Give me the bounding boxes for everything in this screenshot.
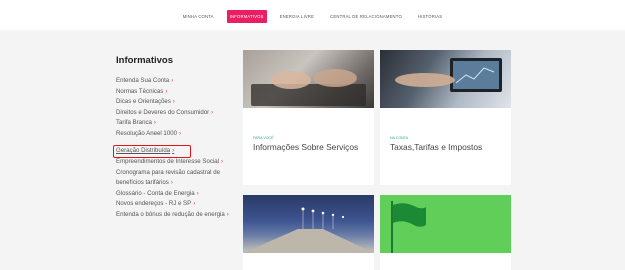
- sidebar-item-novos-enderecos[interactable]: Novos endereços - RJ e SP ›: [116, 199, 241, 210]
- card-category: Na conta: [390, 136, 409, 140]
- sidebar-item-label: Empreendimentos de Interesse Social: [116, 158, 219, 165]
- nav-energia-livre[interactable]: Energia livre: [277, 10, 317, 23]
- card-taxas-tarifas-impostos[interactable]: Na conta Taxas,Tarifas e Impostos: [380, 50, 511, 185]
- green-flag-icon: [391, 201, 426, 253]
- sidebar-item-label: Dicas e Orientações: [116, 98, 171, 105]
- chevron-right-icon: ›: [172, 148, 175, 154]
- hand-pointing-laptop-illustration: [395, 58, 502, 92]
- card-title: Taxas,Tarifas e Impostos: [390, 142, 483, 152]
- nav-minha-conta[interactable]: Minha conta: [180, 10, 217, 23]
- sidebar-item-label: Novos endereços - RJ e SP: [116, 200, 192, 207]
- sidebar-item-bonus-reducao-energia[interactable]: Entenda o bônus de redução de energia ›: [116, 210, 241, 221]
- sidebar-item-cronograma-revisao-cadastral[interactable]: Cronograma para revisão cadastral de ben…: [116, 168, 241, 189]
- card-street-lights[interactable]: [243, 195, 374, 270]
- sidebar-item-dicas-e-orientacoes[interactable]: Dicas e Orientações ›: [116, 97, 241, 108]
- sidebar-menu: Entenda Sua Conta › Normas Técnicas › Dica…: [112, 76, 241, 221]
- chevron-right-icon: ›: [220, 159, 223, 165]
- chevron-right-icon: ›: [170, 180, 173, 186]
- chevron-right-icon: ›: [171, 78, 174, 84]
- sidebar-item-glossario[interactable]: Glossário - Conta de Energia ›: [116, 189, 241, 200]
- sidebar-item-normas-tecnicas[interactable]: Normas Técnicas ›: [116, 87, 241, 98]
- sidebar-item-label: Resolução Aneel 1000: [116, 129, 177, 137]
- card-image: [243, 50, 374, 108]
- street-lights-road-illustration: [243, 207, 374, 253]
- sidebar-item-label: Entenda o bônus de redução de energia: [116, 210, 225, 218]
- card-image: [380, 195, 511, 253]
- nav-informativos[interactable]: Informativos: [226, 10, 267, 23]
- sidebar-item-entenda-sua-conta[interactable]: Entenda Sua Conta ›: [116, 76, 241, 87]
- top-navigation-bar: Minha conta Informativos Energia livre C…: [0, 0, 625, 30]
- sidebar-title: Informativos: [116, 55, 174, 66]
- sidebar-item-label: Glossário - Conta de Energia: [116, 189, 195, 197]
- chevron-right-icon: ›: [196, 190, 199, 197]
- sidebar-item-tarifa-branca[interactable]: Tarifa Branca ›: [116, 118, 241, 129]
- sidebar-item-label: Cronograma para revisão cadastral de ben…: [116, 168, 220, 187]
- main-nav: Minha conta Informativos Energia livre C…: [0, 10, 625, 23]
- card-image: [380, 50, 511, 108]
- sidebar-item-label: Normas Técnicas: [116, 87, 164, 95]
- chevron-right-icon: ›: [165, 88, 168, 95]
- hands-typing-laptop-illustration: [251, 69, 366, 106]
- sidebar-item-label: Tarifa Branca: [116, 119, 152, 126]
- chevron-right-icon: ›: [179, 130, 181, 137]
- nav-historias[interactable]: Histórias: [415, 10, 445, 23]
- card-informacoes-sobre-servicos[interactable]: Para você Informações Sobre Serviços: [243, 50, 374, 185]
- sidebar-item-label: Entenda Sua Conta: [116, 77, 170, 84]
- sidebar-item-geracao-distribuida[interactable]: Geração Distribuída ›: [112, 145, 192, 157]
- chevron-right-icon: ›: [211, 109, 214, 116]
- sidebar-item-label: Direitos e Deveres do Consumidor: [116, 108, 210, 116]
- sidebar-item-label: Geração Distribuída: [116, 147, 171, 154]
- chevron-right-icon: ›: [153, 120, 156, 126]
- sidebar-item-resolucao-aneel-1000[interactable]: Resolução Aneel 1000 ›: [116, 129, 241, 140]
- informativos-sidebar: Informativos Entenda Sua Conta › Normas T…: [112, 55, 241, 221]
- nav-central-de-relacionamento[interactable]: Central de relacionamento: [327, 10, 405, 23]
- chevron-right-icon: ›: [226, 211, 229, 218]
- card-image: [243, 195, 374, 253]
- card-category: Para você: [253, 136, 274, 140]
- card-title: Informações Sobre Serviços: [253, 142, 359, 152]
- sidebar-item-empreendimentos-interesse-social[interactable]: Empreendimentos de Interesse Social ›: [116, 157, 241, 168]
- card-green-flag[interactable]: [380, 195, 511, 270]
- chevron-right-icon: ›: [172, 99, 175, 105]
- chevron-right-icon: ›: [193, 201, 196, 207]
- sidebar-item-direitos-e-deveres[interactable]: Direitos e Deveres do Consumidor ›: [116, 108, 241, 119]
